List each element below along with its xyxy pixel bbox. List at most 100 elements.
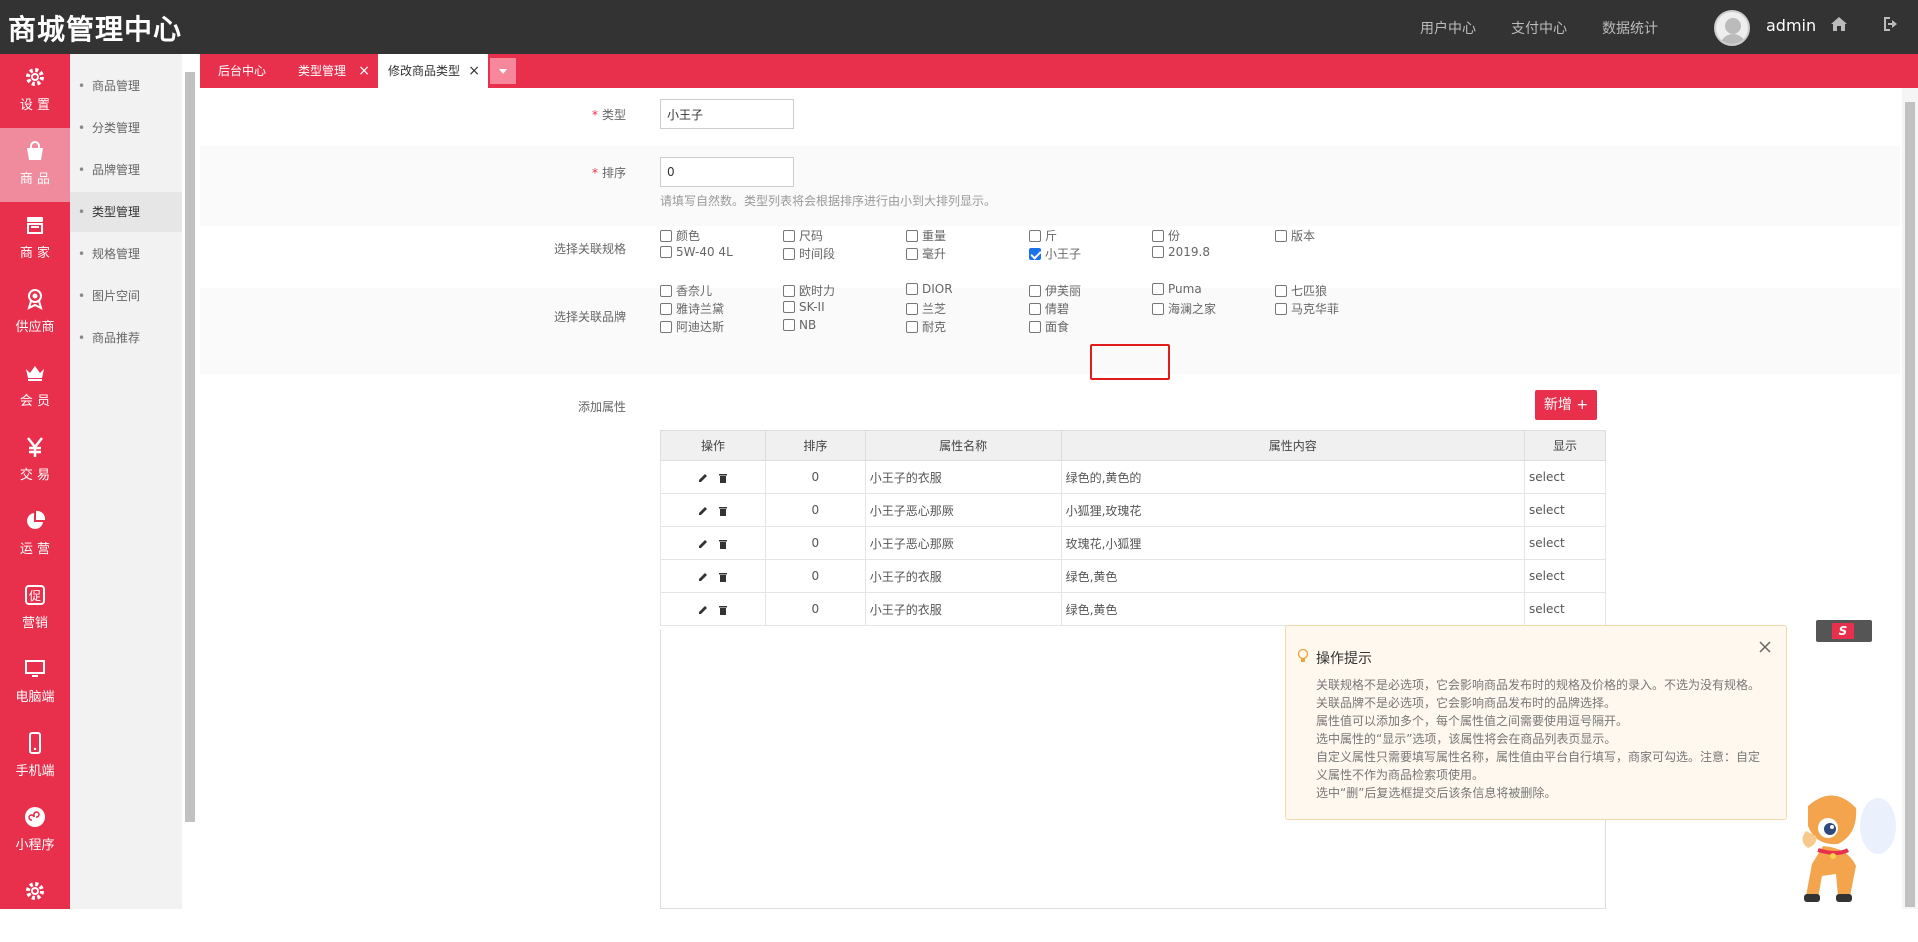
scrollbar-thumb[interactable]: [185, 72, 195, 822]
spec-checkbox[interactable]: 小王子: [1029, 245, 1081, 262]
checkbox-box[interactable]: [1152, 246, 1164, 258]
brand-checkbox[interactable]: 面食: [1029, 318, 1069, 335]
spec-checkbox[interactable]: 5W-40 4L: [660, 245, 733, 259]
brand-checkbox[interactable]: 兰芝: [906, 300, 946, 317]
brand-checkbox[interactable]: 阿迪达斯: [660, 318, 724, 335]
checkbox-box[interactable]: [906, 230, 918, 242]
checkbox-box[interactable]: [1275, 230, 1287, 242]
sidebar-item-pc[interactable]: 电脑端: [0, 646, 70, 720]
spec-checkbox[interactable]: 重量: [906, 227, 946, 244]
top-nav-user-center[interactable]: 用户中心: [1420, 18, 1476, 38]
brand-checkbox[interactable]: 香奈儿: [660, 282, 712, 299]
content-cell[interactable]: 小狐狸,玫瑰花: [1060, 493, 1526, 527]
sidebar-item-supplier[interactable]: 供应商: [0, 276, 70, 350]
edit-icon[interactable]: [697, 505, 709, 517]
sort-cell[interactable]: 0: [764, 526, 866, 560]
content-cell[interactable]: 绿色的,黄色的: [1060, 460, 1526, 494]
content-cell[interactable]: 玫瑰花,小狐狸: [1060, 526, 1526, 560]
brand-checkbox[interactable]: Puma: [1152, 282, 1202, 296]
top-nav-statistics[interactable]: 数据统计: [1602, 18, 1658, 38]
sidebar-item-mobile[interactable]: 手机端: [0, 720, 70, 794]
sort-cell[interactable]: 0: [764, 493, 866, 527]
brand-checkbox[interactable]: DIOR: [906, 282, 953, 296]
add-attribute-button[interactable]: 新增 +: [1535, 390, 1597, 420]
trash-icon[interactable]: [717, 472, 729, 484]
sort-input[interactable]: [660, 157, 794, 187]
checkbox-box[interactable]: [1029, 230, 1041, 242]
submenu-item-category-manage[interactable]: 分类管理: [70, 108, 182, 148]
trash-icon[interactable]: [717, 604, 729, 616]
avatar[interactable]: [1714, 10, 1750, 46]
brand-checkbox[interactable]: 倩碧: [1029, 300, 1069, 317]
checkbox-box[interactable]: [660, 230, 672, 242]
sidebar-item-miniprogram[interactable]: 小程序: [0, 794, 70, 868]
name-cell[interactable]: 小王子恶心那厥: [864, 526, 1062, 560]
checkbox-box[interactable]: [660, 321, 672, 333]
checkbox-box[interactable]: [783, 285, 795, 297]
scrollbar-thumb[interactable]: [1905, 102, 1915, 907]
brand-checkbox[interactable]: 耐克: [906, 318, 946, 335]
submenu-item-spec-manage[interactable]: 规格管理: [70, 234, 182, 274]
brand-checkbox[interactable]: 欧时力: [783, 282, 835, 299]
home-icon[interactable]: [1830, 15, 1848, 33]
tab-dashboard[interactable]: 后台中心: [200, 54, 280, 88]
page-scrollbar[interactable]: [1902, 88, 1918, 909]
checkbox-box[interactable]: [1029, 321, 1041, 333]
display-cell[interactable]: select: [1524, 526, 1606, 560]
submenu-scrollbar[interactable]: [183, 58, 197, 909]
sidebar-item-marketing[interactable]: 促 营销: [0, 572, 70, 646]
name-cell[interactable]: 小王子的衣服: [864, 460, 1062, 494]
spec-checkbox[interactable]: 份: [1152, 227, 1180, 244]
checkbox-box[interactable]: [783, 301, 795, 313]
edit-icon[interactable]: [697, 604, 709, 616]
checkbox-box[interactable]: [906, 303, 918, 315]
tab-type-manage[interactable]: 类型管理 ×: [280, 54, 378, 88]
sort-cell[interactable]: 0: [764, 592, 866, 626]
spec-checkbox[interactable]: 2019.8: [1152, 245, 1210, 259]
checkbox-box[interactable]: [1152, 303, 1164, 315]
checkbox-box[interactable]: [1275, 285, 1287, 297]
checkbox-box[interactable]: [660, 285, 672, 297]
tab-dropdown-button[interactable]: [490, 58, 516, 84]
brand-checkbox[interactable]: 七匹狼: [1275, 282, 1327, 299]
submenu-item-recommend[interactable]: 商品推荐: [70, 318, 182, 358]
checkbox-box[interactable]: [660, 246, 672, 258]
logout-icon[interactable]: [1882, 15, 1900, 33]
brand-checkbox[interactable]: NB: [783, 318, 816, 332]
trash-icon[interactable]: [717, 538, 729, 550]
trash-icon[interactable]: [717, 571, 729, 583]
content-cell[interactable]: 绿色,黄色: [1060, 592, 1526, 626]
name-cell[interactable]: 小王子的衣服: [864, 592, 1062, 626]
checkbox-box[interactable]: [1029, 248, 1041, 260]
edit-icon[interactable]: [697, 571, 709, 583]
submenu-item-type-manage[interactable]: 类型管理: [70, 192, 182, 232]
checkbox-box[interactable]: [1029, 285, 1041, 297]
submenu-item-goods-manage[interactable]: 商品管理: [70, 66, 182, 106]
brand-checkbox[interactable]: SK-II: [783, 300, 825, 314]
brand-checkbox[interactable]: 马克华菲: [1275, 300, 1339, 317]
checkbox-box[interactable]: [660, 303, 672, 315]
brand-checkbox[interactable]: 雅诗兰黛: [660, 300, 724, 317]
brand-checkbox[interactable]: 海澜之家: [1152, 300, 1216, 317]
submenu-item-image-space[interactable]: 图片空间: [70, 276, 182, 316]
checkbox-box[interactable]: [1275, 303, 1287, 315]
user-name[interactable]: admin: [1766, 16, 1816, 35]
sidebar-item-member[interactable]: 会 员: [0, 350, 70, 424]
top-nav-payment-center[interactable]: 支付中心: [1511, 18, 1567, 38]
spec-checkbox[interactable]: 版本: [1275, 227, 1315, 244]
name-cell[interactable]: 小王子的衣服: [864, 559, 1062, 593]
sidebar-item-goods[interactable]: 商 品: [0, 128, 70, 202]
tab-edit-type[interactable]: 修改商品类型 ×: [378, 54, 488, 88]
checkbox-box[interactable]: [1029, 303, 1041, 315]
checkbox-box[interactable]: [906, 321, 918, 333]
checkbox-box[interactable]: [906, 248, 918, 260]
sidebar-item-more-settings[interactable]: [0, 868, 70, 942]
close-icon[interactable]: ×: [358, 54, 370, 88]
type-input[interactable]: [660, 99, 794, 129]
spec-checkbox[interactable]: 尺码: [783, 227, 823, 244]
display-cell[interactable]: select: [1524, 460, 1606, 494]
checkbox-box[interactable]: [783, 319, 795, 331]
spec-checkbox[interactable]: 毫升: [906, 245, 946, 262]
edit-icon[interactable]: [697, 538, 709, 550]
checkbox-box[interactable]: [906, 283, 918, 295]
